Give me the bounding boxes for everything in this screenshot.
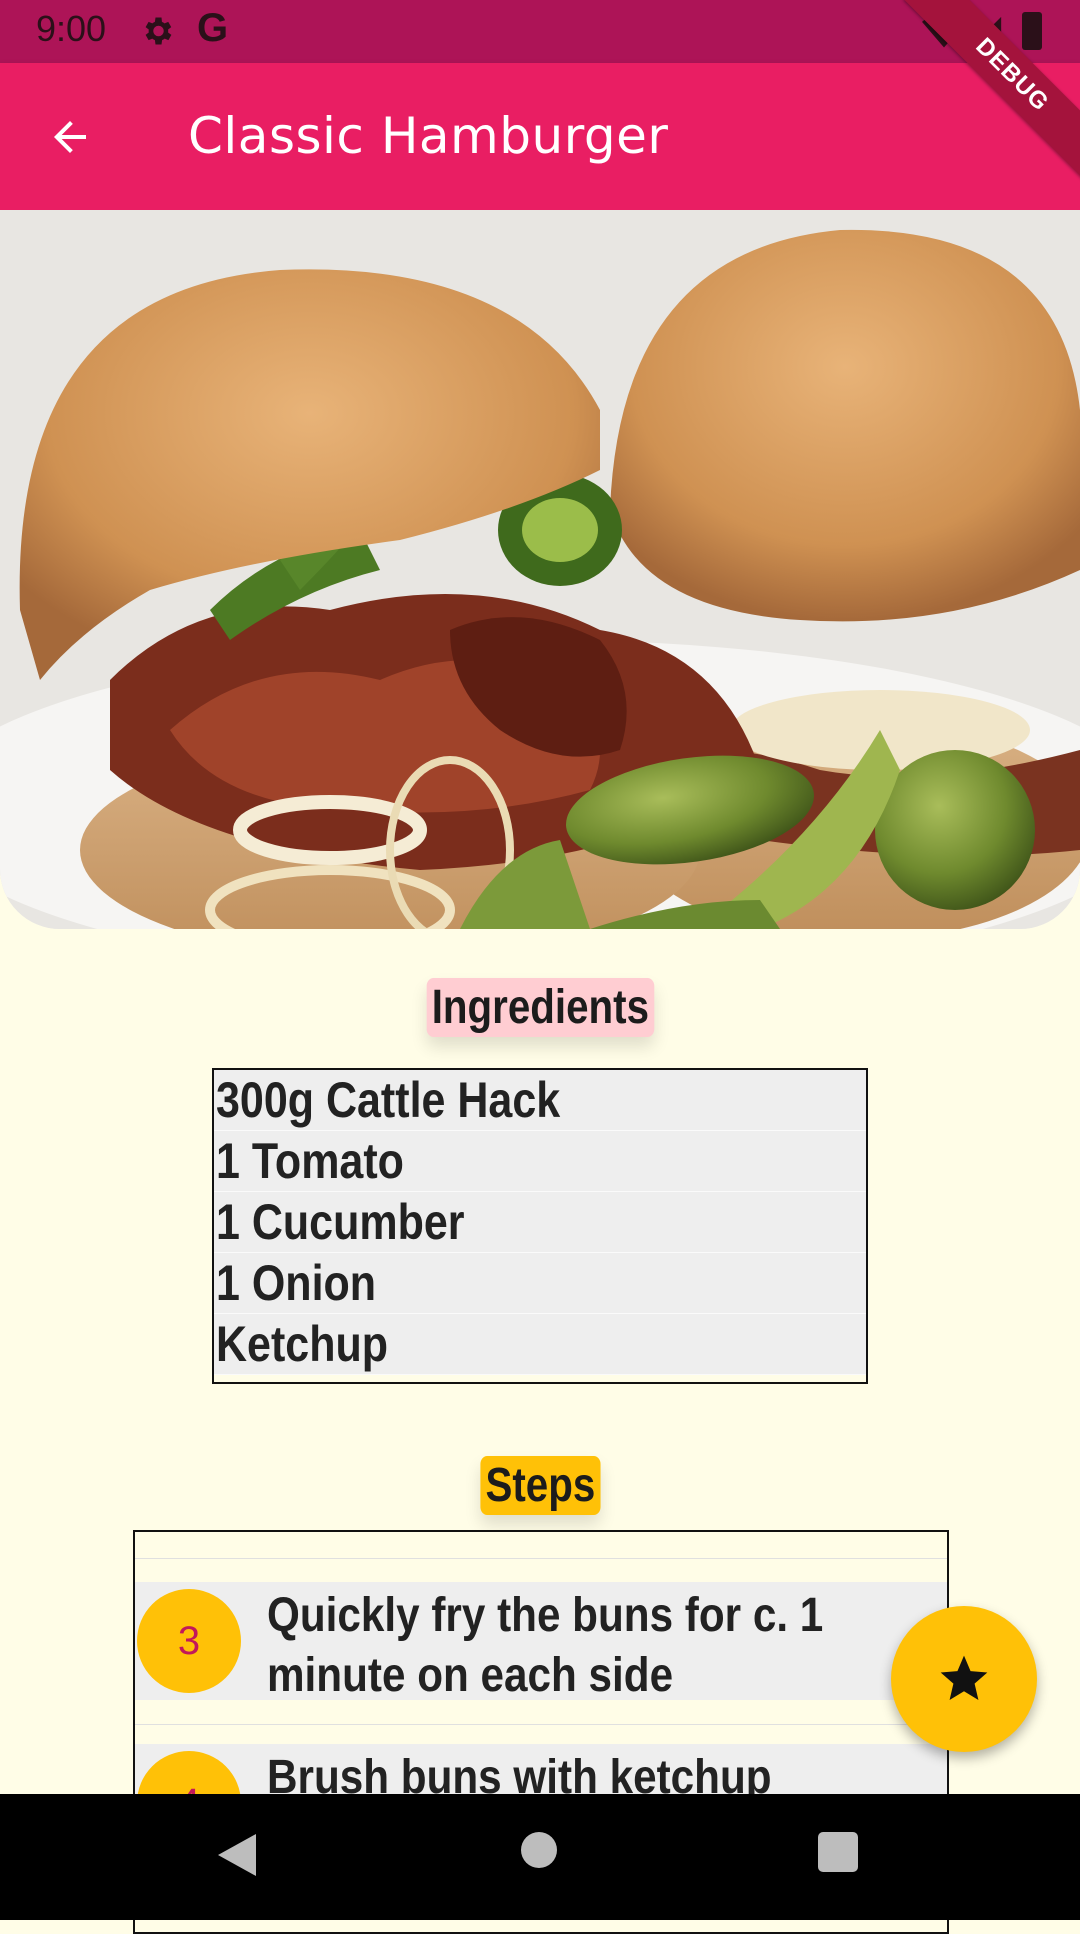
ingredient-item: 1 Onion [214, 1253, 866, 1314]
ingredient-text: 1 Onion [216, 1255, 377, 1311]
status-time: 9:00 [36, 8, 107, 49]
ingredient-text: Ketchup [216, 1316, 388, 1372]
google-g-icon: G [197, 6, 229, 50]
step-item: 3 Quickly fry the buns for c. 1 minute o… [135, 1582, 947, 1702]
ingredients-heading: Ingredients [0, 978, 1080, 1037]
step-text: Quickly fry the buns for c. 1 minute on … [267, 1589, 824, 1702]
ingredient-text: 1 Cucumber [216, 1194, 465, 1250]
back-button[interactable] [40, 107, 100, 167]
divider [135, 1724, 947, 1725]
step-number-badge: 3 [137, 1589, 241, 1693]
ingredient-item: 300g Cattle Hack [214, 1070, 866, 1131]
ingredient-item: 1 Cucumber [214, 1192, 866, 1253]
app-bar: Classic Hamburger [0, 63, 1080, 210]
steps-heading-label: Steps [480, 1456, 600, 1515]
ingredients-heading-label: Ingredients [426, 978, 654, 1037]
recents-square-icon[interactable] [818, 1832, 858, 1872]
recipe-image [0, 210, 1080, 929]
arrow-left-icon [54, 121, 86, 153]
home-circle-icon[interactable] [521, 1832, 557, 1868]
battery-icon [1022, 12, 1042, 50]
burger-illustration [0, 210, 1080, 929]
ingredient-item: Ketchup [214, 1314, 866, 1375]
back-triangle-icon[interactable] [216, 1832, 258, 1878]
page-title: Classic Hamburger [188, 107, 669, 165]
divider [135, 1558, 947, 1559]
favorite-fab[interactable] [891, 1606, 1037, 1752]
steps-heading: Steps [0, 1456, 1080, 1515]
gear-icon [145, 17, 172, 45]
ingredient-text: 1 Tomato [216, 1133, 404, 1189]
star-icon [940, 1655, 988, 1700]
ingredient-item: 1 Tomato [214, 1131, 866, 1192]
system-nav-bar [0, 1794, 1080, 1920]
ingredient-text: 300g Cattle Hack [216, 1072, 561, 1128]
ingredients-list: 300g Cattle Hack 1 Tomato 1 Cucumber 1 O… [212, 1068, 868, 1384]
